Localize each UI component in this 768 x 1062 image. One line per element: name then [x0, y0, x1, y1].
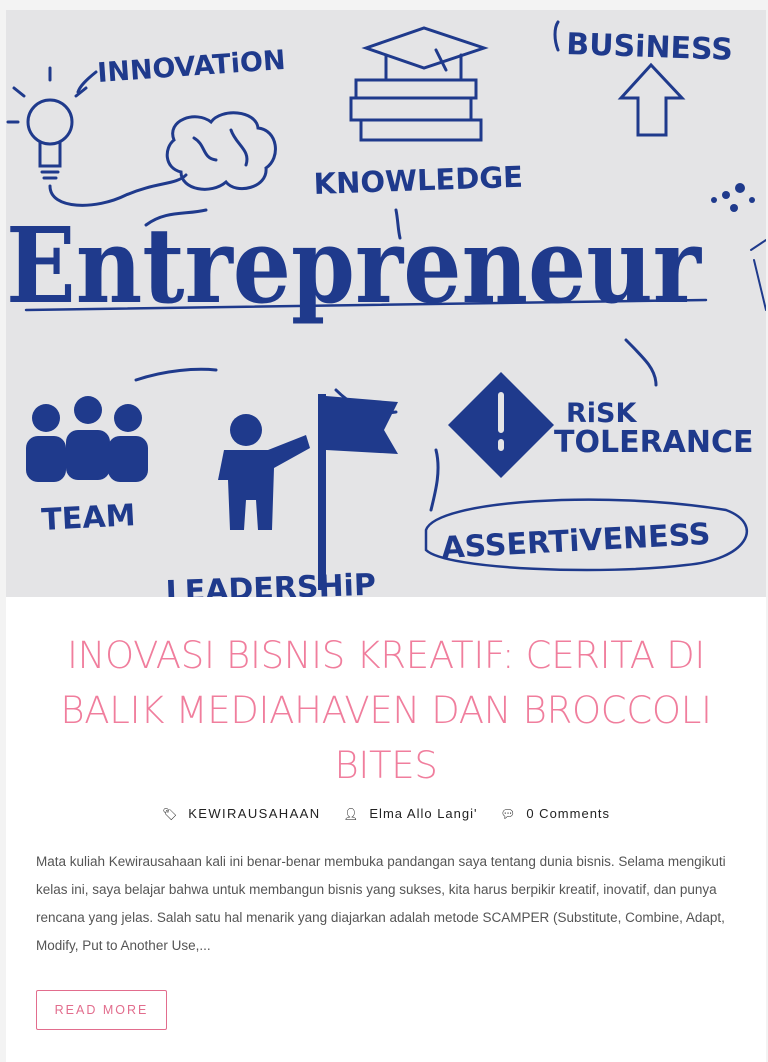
comments-meta[interactable]: 💬︎ 0 Comments [500, 806, 610, 821]
innovation-word: INNOVATiON [96, 45, 286, 89]
arrow-up-icon [617, 62, 686, 137]
featured-image[interactable]: INNOVATiON BUSiNESS KNOWLEDGE Entreprene… [6, 10, 766, 597]
tolerance-word: TOLERANCE [554, 425, 754, 460]
team-icon [26, 396, 148, 482]
books-icon [349, 26, 489, 142]
warning-icon [448, 372, 554, 478]
category-meta[interactable]: 🏷︎ KEWIRAUSAHAAN [162, 806, 321, 821]
comments-icon: 💬︎ [500, 807, 517, 821]
business-word: BUSiNESS [566, 27, 734, 68]
author-link[interactable]: Elma Allo Langi' [369, 806, 477, 821]
leader-icon [218, 394, 398, 590]
author-meta[interactable]: 👤︎ Elma Allo Langi' [343, 806, 477, 821]
knowledge-word: KNOWLEDGE [313, 160, 523, 201]
post-card: INNOVATiON BUSiNESS KNOWLEDGE Entreprene… [6, 10, 766, 1062]
read-more-button[interactable]: READ MORE [36, 990, 167, 1030]
post-excerpt: Mata kuliah Kewirausahaan kali ini benar… [36, 854, 726, 953]
entrepreneur-illustration: INNOVATiON BUSiNESS KNOWLEDGE Entreprene… [6, 20, 766, 597]
comments-link[interactable]: 0 Comments [526, 806, 610, 821]
entrepreneur-word: Entrepreneur [6, 204, 702, 327]
tags-icon: 🏷︎ [161, 807, 179, 821]
post-title[interactable]: INOVASI BISNIS KREATIF: CERITA DI BALIK … [36, 628, 736, 793]
lightbulb-icon [6, 66, 188, 207]
user-icon: 👤︎ [343, 807, 360, 821]
assertiveness-word: ASSERTiVENESS [441, 517, 712, 566]
leadership-word: LEADERSHiP [165, 568, 376, 597]
post-meta: 🏷︎ KEWIRAUSAHAAN 👤︎ Elma Allo Langi' 💬︎ 0 C… [6, 806, 766, 821]
team-word: TEAM [41, 498, 137, 538]
category-link[interactable]: KEWIRAUSAHAAN [188, 806, 320, 821]
brain-icon [165, 111, 277, 191]
